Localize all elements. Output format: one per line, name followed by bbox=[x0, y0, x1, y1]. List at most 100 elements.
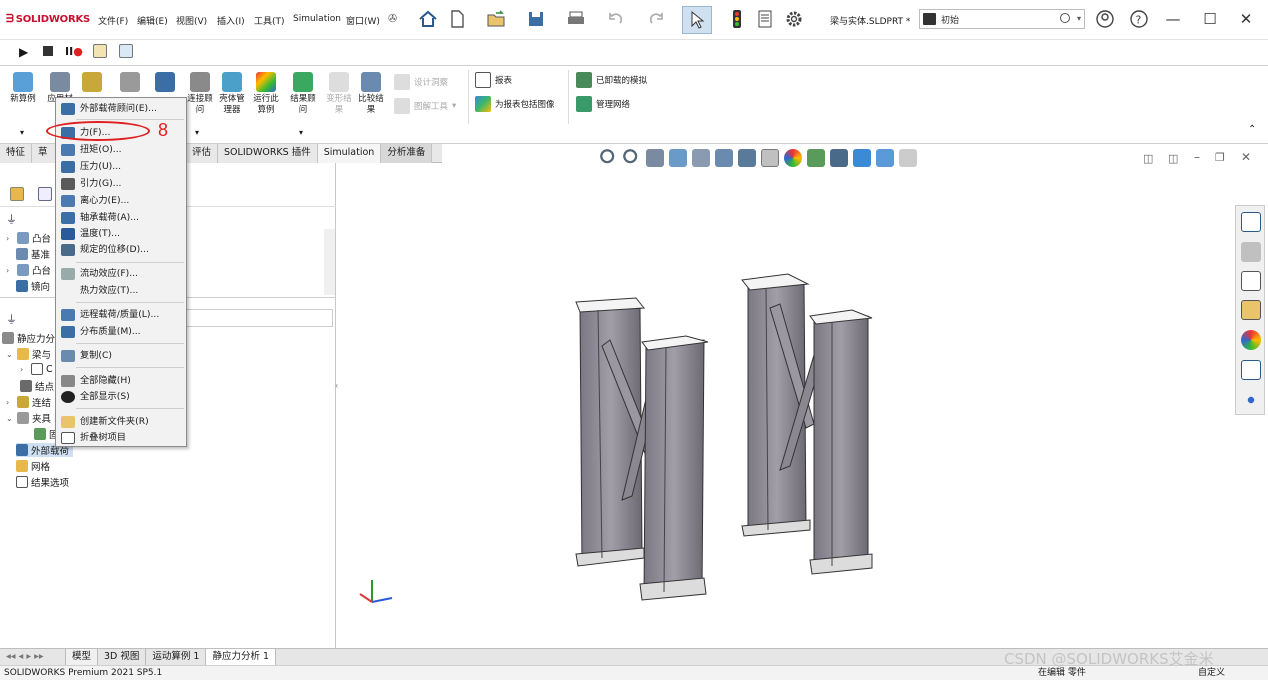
stop-macro-icon[interactable] bbox=[43, 46, 53, 56]
display-pane-icon[interactable] bbox=[899, 149, 917, 167]
tree-item[interactable]: › 凸台 bbox=[6, 231, 51, 245]
tab-evaluate[interactable]: 评估 bbox=[186, 144, 219, 163]
chevron-down-icon[interactable]: ▾ bbox=[195, 128, 199, 137]
menu-view[interactable]: 视图(V) bbox=[176, 14, 207, 27]
triad-icon[interactable] bbox=[853, 149, 871, 167]
menu-file[interactable]: 文件(F) bbox=[98, 14, 128, 27]
tab-motion-study[interactable]: 运动算例 1 bbox=[146, 649, 207, 665]
gear-icon[interactable] bbox=[784, 9, 804, 29]
play-macro-icon[interactable]: ▶ bbox=[19, 45, 28, 59]
dynamic-annotation-icon[interactable] bbox=[692, 149, 710, 167]
design-library-icon[interactable] bbox=[1241, 242, 1261, 262]
custom-properties-icon[interactable] bbox=[1241, 360, 1261, 380]
offloaded-simulations-button[interactable]: 已卸载的模拟 bbox=[576, 72, 647, 88]
edit-appearance-icon[interactable] bbox=[784, 149, 802, 167]
minimize-button[interactable]: — bbox=[1162, 8, 1184, 30]
compare-results-button[interactable]: 比较结 果 bbox=[354, 72, 388, 116]
chevron-down-icon[interactable]: ▾ bbox=[1077, 14, 1081, 23]
view-settings-icon[interactable] bbox=[830, 149, 848, 167]
connections-advisor-button[interactable]: 连接顾 问 bbox=[183, 72, 217, 116]
tab-scroll-arrows[interactable]: ◂◂ ◂ ▸ ▸▸ bbox=[0, 649, 66, 665]
menu-item-collapse-tree[interactable]: 折叠树项目 bbox=[56, 430, 186, 445]
tree-item[interactable]: › 凸台 bbox=[6, 263, 51, 277]
tab-addins[interactable]: SOLIDWORKS 插件 bbox=[218, 144, 318, 163]
filter-icon[interactable]: ⏚ bbox=[6, 211, 17, 227]
menu-item-temperature[interactable]: 温度(T)... bbox=[56, 226, 186, 241]
include-image-button[interactable]: 为报表包括图像 bbox=[475, 96, 555, 112]
menu-item-pressure[interactable]: 压力(U)... bbox=[56, 159, 186, 174]
view-orientation-icon[interactable] bbox=[715, 149, 733, 167]
menu-item-create-folder[interactable]: 创建新文件夹(R) bbox=[56, 414, 186, 429]
menu-window[interactable]: 窗口(W) bbox=[346, 14, 380, 27]
menu-item-thermal-effects[interactable]: 热力效应(T)... bbox=[56, 283, 186, 298]
record-pause-icon[interactable]: II● bbox=[65, 45, 83, 58]
chevron-down-icon[interactable]: ▾ bbox=[20, 128, 24, 137]
solidworks-forum-icon[interactable] bbox=[1241, 390, 1261, 410]
filter-icon[interactable]: ⏚ bbox=[6, 311, 17, 327]
results-advisor-button[interactable]: 结果顾 问 bbox=[286, 72, 320, 116]
manage-network-button[interactable]: 管理网络 bbox=[576, 96, 630, 112]
tree-item[interactable]: 基准 bbox=[16, 247, 50, 261]
menu-item-gravity[interactable]: 引力(G)... bbox=[56, 176, 186, 191]
undo-icon[interactable] bbox=[606, 9, 626, 29]
new-macro-icon[interactable] bbox=[93, 44, 107, 58]
plot-tools-button[interactable]: 图解工具 ▾ bbox=[394, 98, 456, 114]
menu-item-copy[interactable]: 复制(C) bbox=[56, 348, 186, 363]
appearances-icon[interactable] bbox=[1241, 330, 1261, 350]
close-button[interactable]: ✕ bbox=[1235, 8, 1257, 30]
study-node[interactable]: 静应力分 bbox=[2, 331, 55, 345]
edit-macro-icon[interactable] bbox=[119, 44, 133, 58]
tab-analysis-prep[interactable]: 分析准备 bbox=[381, 144, 433, 163]
external-loads-icon[interactable] bbox=[155, 72, 175, 92]
tree-filter-input[interactable] bbox=[186, 309, 333, 327]
shell-manager-button[interactable]: 壳体管 理器 bbox=[215, 72, 249, 116]
tab-features[interactable]: 特征 bbox=[0, 144, 33, 163]
tree-item[interactable]: ⌄ 梁与 bbox=[6, 347, 51, 361]
new-document-icon[interactable] bbox=[447, 9, 467, 29]
menu-item-torque[interactable]: 扭矩(O)... bbox=[56, 142, 186, 157]
column-left-back[interactable] bbox=[575, 297, 645, 567]
traffic-light-icon[interactable] bbox=[727, 9, 747, 29]
display-style-icon[interactable] bbox=[738, 149, 756, 167]
solidworks-resources-icon[interactable] bbox=[1241, 212, 1261, 232]
hide-show-items-icon[interactable] bbox=[761, 149, 779, 167]
run-study-button[interactable]: 运行此 算例 bbox=[249, 72, 283, 116]
section-view-icon[interactable] bbox=[669, 149, 687, 167]
realview-icon[interactable] bbox=[876, 149, 894, 167]
tab-static-study[interactable]: 静应力分析 1 bbox=[206, 649, 277, 665]
redo-icon[interactable] bbox=[646, 9, 666, 29]
tree-item[interactable]: › C bbox=[20, 363, 53, 375]
property-manager-tab-icon[interactable] bbox=[38, 187, 52, 201]
mesh-node[interactable]: 网格 bbox=[16, 459, 50, 473]
home-icon[interactable] bbox=[418, 9, 438, 29]
menu-item-centrifugal[interactable]: 离心力(E)... bbox=[56, 193, 186, 208]
tab-model[interactable]: 模型 bbox=[66, 649, 99, 665]
tree-item[interactable]: 镜向 bbox=[16, 279, 50, 293]
menu-item-hide-all[interactable]: 全部隐藏(H) bbox=[56, 373, 186, 388]
open-folder-icon[interactable] bbox=[486, 9, 506, 29]
tree-item[interactable]: 结点 bbox=[20, 379, 54, 393]
search-box[interactable]: 初始 ▾ bbox=[919, 9, 1085, 29]
doc-restore-button[interactable]: ❐ bbox=[1215, 151, 1225, 164]
column-right-front[interactable] bbox=[809, 309, 873, 575]
menu-item-show-all[interactable]: 全部显示(S) bbox=[56, 389, 186, 404]
previous-view-icon[interactable] bbox=[646, 149, 664, 167]
help-icon[interactable]: ? bbox=[1129, 9, 1149, 29]
menu-item-flow-effects[interactable]: 流动效应(F)... bbox=[56, 266, 186, 281]
doc-minimize-button[interactable]: – bbox=[1194, 150, 1200, 164]
apply-scene-icon[interactable] bbox=[807, 149, 825, 167]
new-study-button[interactable]: 新算例 bbox=[6, 72, 40, 105]
search-icon[interactable] bbox=[1060, 13, 1070, 23]
fixtures-icon[interactable] bbox=[120, 72, 140, 92]
tab-simulation[interactable]: Simulation bbox=[317, 144, 382, 163]
menu-item-load-advisor[interactable]: 外部载荷顾问(E)... bbox=[56, 101, 186, 116]
menu-tools[interactable]: 工具(T) bbox=[254, 14, 285, 27]
connections-icon[interactable] bbox=[82, 72, 102, 92]
menu-item-remote-load[interactable]: 远程载荷/质量(L)... bbox=[56, 307, 186, 322]
menu-edit[interactable]: 编辑(E) bbox=[137, 14, 168, 27]
zoom-to-area-icon[interactable] bbox=[623, 149, 641, 167]
file-properties-icon[interactable] bbox=[755, 9, 775, 29]
result-options-node[interactable]: 结果选项 bbox=[16, 475, 69, 489]
tree-item[interactable]: ⌄ 夹具 bbox=[6, 411, 51, 425]
tree-scrollbar[interactable] bbox=[324, 229, 335, 295]
